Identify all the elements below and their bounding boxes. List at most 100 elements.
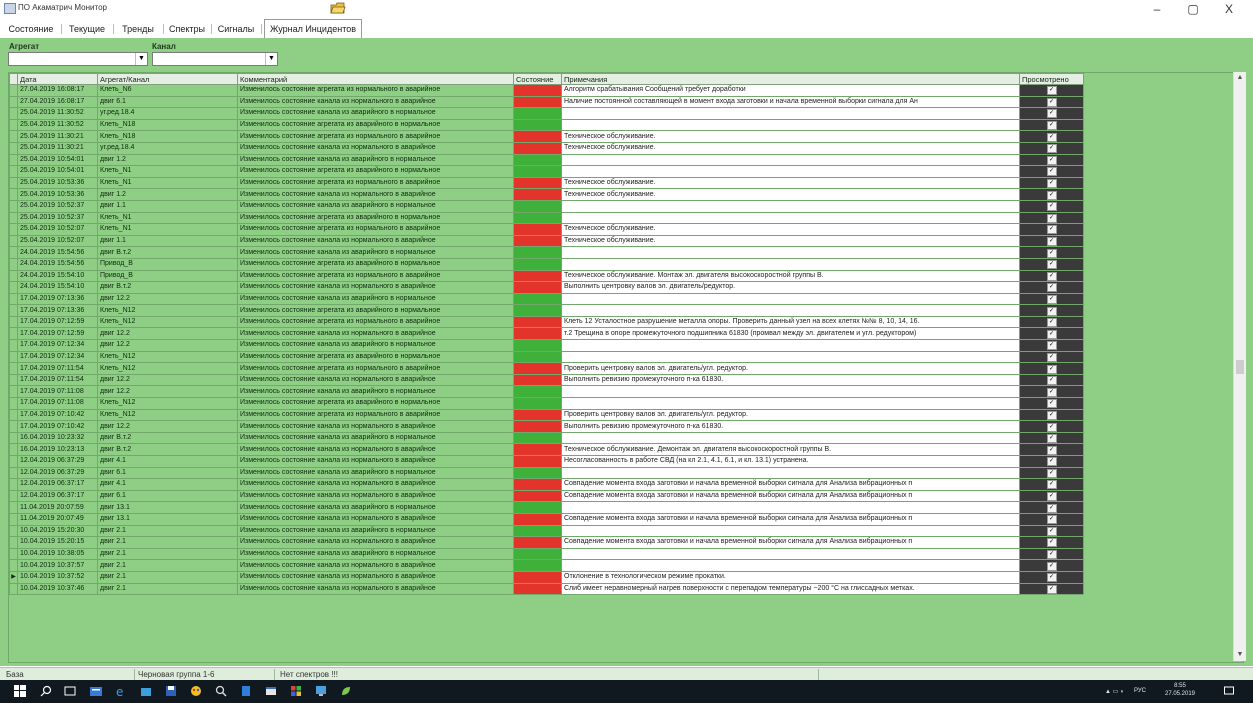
cell-note[interactable]	[561, 559, 1020, 572]
table-row[interactable]: 10.04.2019 10:38:05 двиг 2.1 Изменилось со…	[9, 547, 1084, 561]
cell-note[interactable]	[561, 107, 1020, 120]
viewed-checkbox[interactable]: ✓	[1046, 318, 1057, 328]
viewed-cell[interactable]: ✓	[1019, 582, 1084, 596]
table-row[interactable]: 25.04.2019 10:52:37 Клеть_N1 Изменилось со…	[9, 211, 1084, 225]
tab-current[interactable]: Текущие	[64, 21, 110, 37]
viewed-checkbox[interactable]: ✓	[1046, 445, 1057, 455]
cell-note[interactable]: т.2 Трещина в опоре промежуточного подши…	[561, 327, 1020, 341]
viewed-checkbox[interactable]: ✓	[1046, 86, 1057, 96]
table-row[interactable]: 16.04.2019 10:23:32 двиг В.т.2 Изменилось …	[9, 431, 1084, 445]
viewed-cell[interactable]: ✓	[1019, 223, 1084, 236]
table-row[interactable]: 25.04.2019 10:52:07 Клеть_N1 Изменилось со…	[9, 223, 1084, 236]
table-row[interactable]: 17.04.2019 07:12:59 Клеть_N12 Изменилось с…	[9, 315, 1084, 329]
viewed-checkbox[interactable]: ✓	[1046, 179, 1057, 188]
minimize-button[interactable]: –	[1139, 0, 1175, 18]
viewed-checkbox[interactable]: ✓	[1046, 237, 1057, 246]
viewed-checkbox[interactable]: ✓	[1046, 457, 1057, 467]
viewed-cell[interactable]: ✓	[1019, 246, 1084, 259]
viewed-cell[interactable]: ✓	[1019, 269, 1084, 283]
column-header-comment[interactable]: Комментарий	[237, 73, 514, 85]
table-row[interactable]: 25.04.2019 11:30:21 уг.ред.18.4 Изменилось…	[9, 141, 1084, 155]
table-row[interactable]: 27.04.2019 16:08:17 двиг 6.1 Изменилось со…	[9, 95, 1084, 109]
tab-signals[interactable]: Сигналы	[214, 21, 258, 37]
viewed-cell[interactable]: ✓	[1019, 489, 1084, 503]
table-row[interactable]: 17.04.2019 07:11:54 двиг 12.2 Изменилось с…	[9, 373, 1084, 387]
viewed-checkbox[interactable]: ✓	[1046, 97, 1057, 107]
viewed-checkbox[interactable]: ✓	[1046, 121, 1057, 130]
viewed-cell[interactable]: ✓	[1019, 397, 1084, 410]
task-view-icon[interactable]	[64, 685, 76, 697]
table-row[interactable]: 17.04.2019 07:10:42 двиг 12.2 Изменилось с…	[9, 420, 1084, 433]
viewed-cell[interactable]: ✓	[1019, 304, 1084, 317]
channel-select[interactable]: ▼	[152, 52, 278, 66]
table-row[interactable]: 24.04.2019 15:54:10 Привод_В Изменилось со…	[9, 269, 1084, 283]
close-button[interactable]: X	[1211, 0, 1247, 18]
cell-note[interactable]: Проверить центровку валов эл. двигатель/…	[561, 362, 1020, 375]
cell-note[interactable]: Техническое обслуживание.	[561, 176, 1020, 190]
table-row[interactable]: 17.04.2019 07:10:42 Клеть_N12 Изменилось с…	[9, 408, 1084, 422]
monitor-app-icon[interactable]	[315, 685, 327, 697]
table-row[interactable]: 24.04.2019 15:54:56 Привод_В Изменилось со…	[9, 257, 1084, 271]
viewed-cell[interactable]: ✓	[1019, 315, 1084, 329]
viewed-cell[interactable]: ✓	[1019, 455, 1084, 468]
table-row[interactable]: 25.04.2019 10:53:36 Клеть_N1 Изменилось со…	[9, 176, 1084, 190]
viewed-checkbox[interactable]: ✓	[1046, 271, 1057, 281]
viewed-checkbox[interactable]: ✓	[1046, 213, 1057, 223]
viewed-checkbox[interactable]: ✓	[1046, 352, 1057, 362]
viewed-cell[interactable]: ✓	[1019, 524, 1084, 538]
cell-note[interactable]: Техническое обслуживание. Демонтаж эл. д…	[561, 443, 1020, 456]
viewed-checkbox[interactable]: ✓	[1046, 109, 1057, 119]
table-row[interactable]: ▶ 10.04.2019 10:37:52 двиг 2.1 Изменилось с…	[9, 570, 1084, 584]
table-row[interactable]: 17.04.2019 07:12:59 двиг 12.2 Изменилось с…	[9, 327, 1084, 341]
viewed-checkbox[interactable]: ✓	[1046, 306, 1057, 316]
viewed-checkbox[interactable]: ✓	[1046, 422, 1057, 432]
cell-note[interactable]	[561, 246, 1020, 259]
viewed-checkbox[interactable]: ✓	[1046, 283, 1057, 293]
cell-note[interactable]	[561, 165, 1020, 178]
document-icon[interactable]	[240, 685, 252, 697]
viewed-cell[interactable]: ✓	[1019, 84, 1084, 97]
cell-note[interactable]	[561, 350, 1020, 364]
tab-state[interactable]: Состояние	[4, 21, 58, 37]
table-row[interactable]: 11.04.2019 20:07:49 двиг 13.1 Изменилось с…	[9, 512, 1084, 526]
viewed-checkbox[interactable]: ✓	[1046, 294, 1057, 304]
table-row[interactable]: 25.04.2019 11:30:52 Клеть_N18 Изменилось с…	[9, 118, 1084, 132]
tab-incident-log[interactable]: Журнал Инцидентов	[264, 19, 362, 38]
table-row[interactable]: 11.04.2019 20:07:59 двиг 13.1 Изменилось с…	[9, 501, 1084, 514]
viewed-checkbox[interactable]: ✓	[1046, 225, 1057, 235]
table-row[interactable]: 25.04.2019 10:52:37 двиг 1.1 Изменилось со…	[9, 199, 1084, 213]
cell-note[interactable]	[561, 211, 1020, 225]
viewed-cell[interactable]: ✓	[1019, 420, 1084, 433]
viewed-cell[interactable]: ✓	[1019, 211, 1084, 225]
viewed-checkbox[interactable]: ✓	[1046, 202, 1057, 212]
save-disk-icon[interactable]	[165, 685, 177, 697]
viewed-cell[interactable]: ✓	[1019, 165, 1084, 178]
viewed-checkbox[interactable]: ✓	[1046, 515, 1057, 525]
table-row[interactable]: 17.04.2019 07:13:36 двиг 12.2 Изменилось с…	[9, 292, 1084, 306]
viewed-cell[interactable]: ✓	[1019, 408, 1084, 422]
viewed-checkbox[interactable]: ✓	[1046, 492, 1057, 501]
clock-time[interactable]: 8:55	[1162, 683, 1198, 689]
cell-note[interactable]: Техническое обслуживание.	[561, 141, 1020, 155]
table-row[interactable]: 24.04.2019 15:54:10 двиг В.т.2 Изменилось …	[9, 281, 1084, 294]
clock-date[interactable]: 27.05.2019	[1162, 691, 1198, 697]
table-row[interactable]: 24.04.2019 15:54:56 двиг В.т.2 Изменилось …	[9, 246, 1084, 259]
viewed-checkbox[interactable]: ✓	[1046, 364, 1057, 374]
cell-note[interactable]: Выполнить ревизию промежуточного п-ка 61…	[561, 373, 1020, 387]
viewed-cell[interactable]: ✓	[1019, 234, 1084, 248]
table-row[interactable]: 16.04.2019 10:23:13 двиг В.т.2 Изменилось …	[9, 443, 1084, 456]
cell-note[interactable]	[561, 524, 1020, 538]
viewed-cell[interactable]: ✓	[1019, 130, 1084, 143]
table-row[interactable]: 17.04.2019 07:11:08 двиг 12.2 Изменилось с…	[9, 385, 1084, 399]
viewed-cell[interactable]: ✓	[1019, 327, 1084, 341]
cell-note[interactable]: Выполнить ревизию промежуточного п-ка 61…	[561, 420, 1020, 433]
viewed-checkbox[interactable]: ✓	[1046, 550, 1057, 559]
window-app-icon[interactable]	[265, 685, 277, 697]
table-row[interactable]: 12.04.2019 06:37:17 двиг 4.1 Изменилось со…	[9, 478, 1084, 491]
cell-note[interactable]: Совпадение момента входа заготовки и нач…	[561, 536, 1020, 549]
cell-note[interactable]	[561, 153, 1020, 167]
viewed-checkbox[interactable]: ✓	[1046, 248, 1057, 258]
viewed-checkbox[interactable]: ✓	[1046, 410, 1057, 420]
cell-note[interactable]: Техническое обслуживание.	[561, 130, 1020, 143]
viewed-checkbox[interactable]: ✓	[1046, 144, 1057, 154]
